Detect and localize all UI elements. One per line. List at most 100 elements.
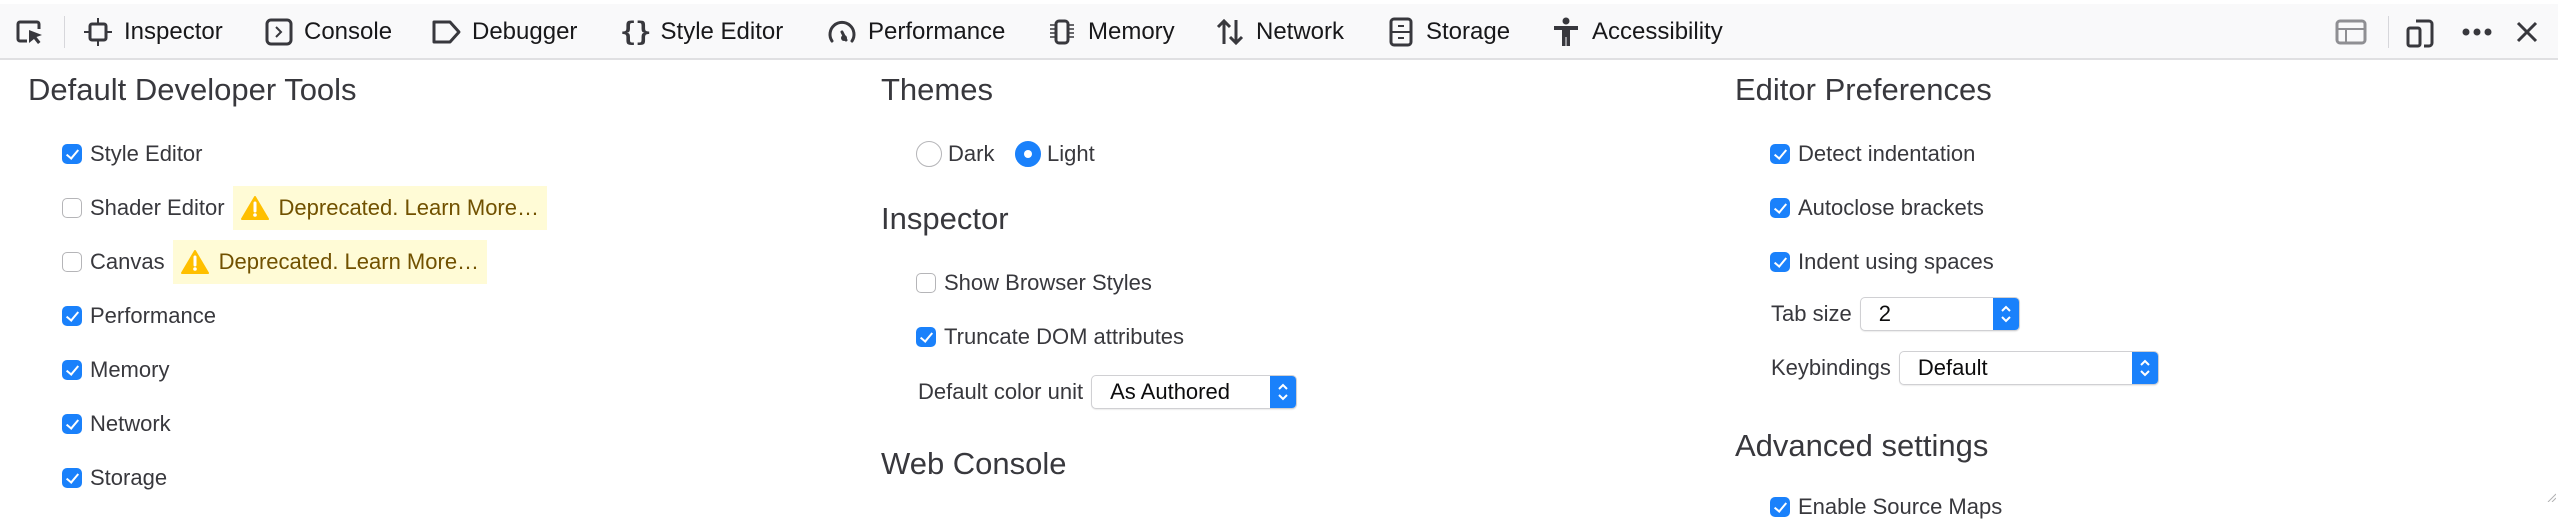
indent-using-spaces-option[interactable]: Indent using spaces (1770, 247, 1994, 277)
element-picker-button[interactable] (14, 4, 46, 60)
tab-debugger[interactable]: Debugger (430, 4, 577, 60)
theme-option-dark[interactable]: Dark (916, 139, 994, 169)
option-label: Indent using spaces (1798, 249, 1994, 274)
console-icon (265, 18, 293, 46)
section-heading: Web Console (881, 446, 1067, 481)
tool-toggle-memory[interactable]: Memory (62, 355, 169, 385)
checkbox[interactable] (1770, 252, 1790, 272)
deprecated-badge[interactable]: Deprecated. Learn More… (172, 240, 488, 284)
updown-chevron-icon (1270, 376, 1297, 408)
section-heading: Advanced settings (1735, 428, 1989, 463)
section-heading: Inspector (881, 201, 1009, 236)
resize-grip-icon[interactable] (2546, 492, 2556, 502)
learn-more-link[interactable]: Deprecated. Learn More… (219, 249, 479, 275)
section-heading: Themes (881, 72, 993, 107)
theme-option-light[interactable]: Light (1015, 139, 1095, 169)
network-icon (1216, 18, 1244, 46)
more-options-icon (2462, 28, 2492, 36)
warning-icon (180, 250, 209, 274)
option-label: Performance (90, 303, 216, 328)
checkbox[interactable] (62, 414, 82, 434)
tab-network[interactable]: Network (1214, 4, 1344, 60)
keybindings-select[interactable]: Default (1898, 351, 2159, 385)
devtools-toolbar: Inspector Console Debugger {} Style Edit… (0, 4, 2558, 60)
autoclose-brackets-option[interactable]: Autoclose brackets (1770, 193, 1984, 223)
checkbox[interactable] (62, 144, 82, 164)
updown-chevron-icon (1992, 298, 2019, 330)
tab-label: Debugger (472, 18, 578, 45)
default-color-unit-row: Default color unit As Authored (918, 374, 1298, 410)
checkbox[interactable] (62, 252, 82, 272)
tool-toggle-canvas[interactable]: Canvas Deprecated. Learn More… (62, 240, 488, 284)
tool-toggle-network[interactable]: Network (62, 409, 171, 439)
radio-button[interactable] (1015, 141, 1041, 167)
option-label: Enable Source Maps (1798, 494, 2003, 519)
checkbox[interactable] (62, 468, 82, 488)
storage-icon (1389, 17, 1413, 47)
tab-label: Style Editor (660, 18, 784, 45)
deprecated-badge[interactable]: Deprecated. Learn More… (232, 186, 547, 230)
element-picker-icon (16, 20, 42, 44)
checkbox[interactable] (916, 273, 936, 293)
tool-toggle-performance[interactable]: Performance (62, 301, 216, 331)
debugger-icon (432, 20, 461, 44)
option-label: Style Editor (90, 141, 203, 166)
close-button[interactable] (2512, 4, 2542, 60)
split-console-icon (2335, 19, 2367, 45)
toolbar-separator (2388, 16, 2389, 48)
checkbox[interactable] (916, 327, 936, 347)
checkbox[interactable] (1770, 497, 1790, 517)
tab-label: Network (1256, 18, 1345, 45)
tool-toggle-shader-editor[interactable]: Shader Editor Deprecated. Learn More… (62, 186, 547, 230)
tab-size-select[interactable]: 2 (1859, 297, 2020, 331)
tab-performance[interactable]: Performance (826, 4, 1005, 60)
select-value: Default (1917, 355, 1988, 380)
option-label: Light (1047, 141, 1095, 166)
responsive-design-button[interactable] (2404, 4, 2436, 60)
tab-style-editor[interactable]: {} Style Editor (620, 4, 783, 60)
tab-accessibility[interactable]: Accessibility (1550, 4, 1723, 60)
field-label: Default color unit (918, 379, 1084, 404)
option-label: Shader Editor (90, 195, 225, 220)
field-label: Tab size (1771, 301, 1852, 326)
truncate-dom-attributes-option[interactable]: Truncate DOM attributes (916, 322, 1184, 352)
tool-toggle-style-editor[interactable]: Style Editor (62, 139, 203, 169)
tool-toggle-storage[interactable]: Storage (62, 463, 167, 493)
field-label: Keybindings (1771, 355, 1891, 380)
style-editor-icon: {} (620, 16, 652, 48)
tab-storage[interactable]: Storage (1386, 4, 1510, 60)
checkbox[interactable] (62, 306, 82, 326)
checkbox[interactable] (62, 198, 82, 218)
keybindings-row: Keybindings Default (1771, 350, 2159, 386)
option-label: Autoclose brackets (1798, 195, 1984, 220)
checkbox[interactable] (1770, 198, 1790, 218)
default-color-unit-select[interactable]: As Authored (1091, 375, 1298, 409)
select-value: 2 (1878, 301, 1891, 326)
checkbox[interactable] (1770, 144, 1790, 164)
tab-label: Inspector (124, 18, 223, 45)
tab-label: Memory (1088, 18, 1175, 45)
tab-console[interactable]: Console (264, 4, 392, 60)
tab-size-row: Tab size 2 (1771, 296, 2020, 332)
section-heading: Default Developer Tools (28, 72, 357, 107)
responsive-design-icon (2406, 19, 2434, 48)
enable-source-maps-option[interactable]: Enable Source Maps (1770, 492, 2002, 522)
section-heading: Editor Preferences (1735, 72, 1992, 107)
inspector-icon (84, 18, 112, 46)
tab-label: Performance (868, 18, 1006, 45)
option-label: Network (90, 411, 171, 436)
warning-icon (240, 196, 269, 220)
tab-memory[interactable]: Memory (1046, 4, 1175, 60)
performance-icon (828, 20, 856, 43)
radio-button[interactable] (916, 141, 942, 167)
tab-label: Console (304, 18, 393, 45)
option-label: Memory (90, 357, 170, 382)
learn-more-link[interactable]: Deprecated. Learn More… (279, 195, 539, 221)
show-browser-styles-option[interactable]: Show Browser Styles (916, 268, 1152, 298)
tab-inspector[interactable]: Inspector (82, 4, 223, 60)
more-options-button[interactable] (2460, 4, 2494, 60)
select-value: As Authored (1110, 379, 1230, 404)
detect-indentation-option[interactable]: Detect indentation (1770, 139, 1975, 169)
checkbox[interactable] (62, 360, 82, 380)
split-console-button[interactable] (2334, 4, 2368, 60)
